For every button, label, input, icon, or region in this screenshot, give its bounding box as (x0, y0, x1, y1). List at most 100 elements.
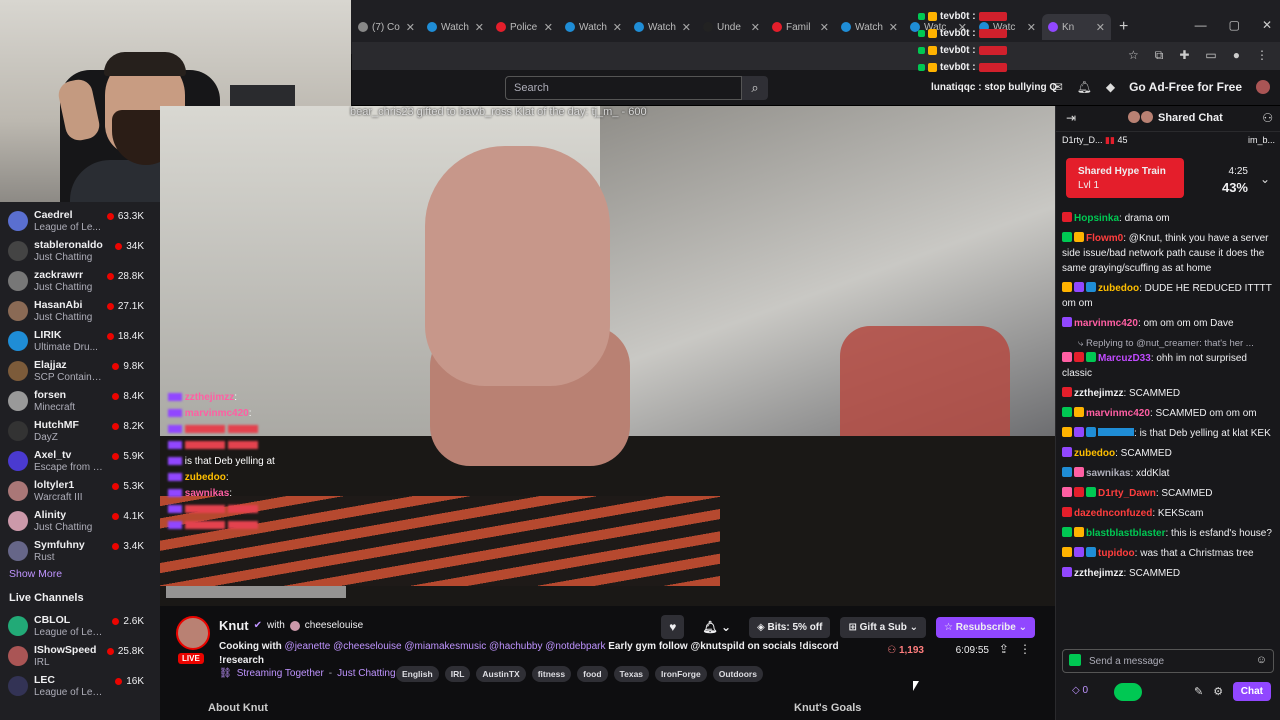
chat-username[interactable]: zzthejimzz (1074, 388, 1123, 399)
chat-input[interactable]: Send a message ☺ (1062, 649, 1274, 673)
chat-message[interactable]: dazednconfuzed: KEKScam (1062, 506, 1272, 521)
stream-tag[interactable]: IronForge (655, 666, 707, 682)
search-button[interactable]: ⌕ (742, 76, 768, 100)
browser-tab[interactable]: Watch ✕ (421, 14, 490, 40)
chat-message[interactable]: zzthejimzz: SCAMMED (1062, 566, 1272, 581)
chat-message[interactable]: Hopsinka: drama om (1062, 211, 1272, 226)
sidebar-channel-lec[interactable]: LEC League of Lege... 16K (0, 672, 160, 702)
chat-message[interactable]: zubedoo: SCAMMED (1062, 446, 1272, 461)
close-tab-icon[interactable]: ✕ (751, 21, 760, 34)
minimize-icon[interactable]: — (1195, 18, 1207, 32)
maximize-icon[interactable]: ▢ (1229, 18, 1240, 32)
browser-tab[interactable]: Famil ✕ (766, 14, 835, 40)
browser-tab[interactable]: Watch ✕ (559, 14, 628, 40)
share-and-more[interactable]: ⇪ ⋮ (999, 642, 1031, 656)
sidebar-channel-caedrel[interactable]: Caedrel League of Le... 63.3K (0, 207, 160, 237)
chat-username[interactable]: marvinmc420 (1074, 318, 1138, 329)
sidebar-channel-zackrawrr[interactable]: zackrawrr Just Chatting 28.8K (0, 267, 160, 297)
gift-sub-button[interactable]: ⊞ Gift a Sub ⌄ (840, 616, 927, 638)
chat-message[interactable]: MarcuzD33: ohh im not surprised classic (1062, 351, 1272, 381)
resubscribe-button[interactable]: ☆ Resubscribe ⌄ (936, 616, 1035, 638)
pen-icon[interactable]: ✎ (1194, 685, 1203, 698)
chat-badge-icon[interactable] (1069, 654, 1081, 666)
puzzle-icon[interactable]: ✚ (1179, 48, 1189, 63)
chat-message[interactable]: Flowm0: @Knut, think you have a server s… (1062, 231, 1272, 276)
extension-icon[interactable]: ⧉ (1155, 48, 1164, 63)
collab-name[interactable]: cheeselouise (305, 620, 363, 631)
chat-message[interactable]: sawnikas: xddKlat (1062, 466, 1272, 481)
settings-icon[interactable]: ⚙ (1213, 685, 1223, 698)
close-tab-icon[interactable]: ✕ (475, 21, 484, 34)
kebab-menu-icon[interactable]: ⋮ (1256, 48, 1268, 63)
share-icon[interactable]: ⇪ (999, 642, 1009, 656)
notification-bell-button[interactable]: 🔔︎ ⌄ (694, 615, 739, 639)
browser-tab[interactable]: Watch ✕ (628, 14, 697, 40)
video-player[interactable]: bear_chris23 gifted to bawb_ross Klat of… (160, 106, 1055, 606)
go-ad-free-button[interactable]: Go Ad-Free for Free (1129, 80, 1242, 94)
hype-train-banner[interactable]: Shared Hype Train Lvl 1 4:25 43% ⌄ (1066, 158, 1276, 200)
sidebar-channel-axel_tv[interactable]: Axel_tv Escape from T... 5.9K (0, 447, 160, 477)
emote-icon[interactable]: ☺ (1256, 654, 1267, 666)
chat-username[interactable]: tupidoo (1098, 548, 1135, 559)
search-input[interactable]: Search (505, 76, 742, 100)
chat-username[interactable]: D1rty_Dawn (1098, 488, 1156, 499)
chat-username[interactable]: blastblastblaster (1086, 528, 1165, 539)
chat-username[interactable]: zzthejimzz (1074, 568, 1123, 579)
bits-button[interactable]: ◈ Bits: 5% off (749, 616, 831, 638)
sidebar-channel-cblol[interactable]: CBLOL League of Leg... 2.6K (0, 612, 160, 642)
user-avatar[interactable] (1256, 80, 1270, 94)
chat-users-icon[interactable]: ⚇ (1262, 111, 1273, 125)
profile-icon[interactable]: ● (1233, 48, 1240, 63)
stream-tag[interactable]: food (577, 666, 608, 682)
close-tab-icon[interactable]: ✕ (1096, 21, 1105, 34)
browser-tab[interactable]: Police ✕ (490, 14, 559, 40)
streamer-name[interactable]: Knut (219, 618, 249, 633)
chat-message[interactable]: zzthejimzz: SCAMMED (1062, 386, 1272, 401)
sidebar-icon[interactable]: ▭ (1205, 48, 1216, 63)
follow-heart-button[interactable]: ♥ (661, 615, 685, 639)
show-more-link[interactable]: Show More (9, 568, 62, 580)
chat-message[interactable]: marvinmc420: SCAMMED om om om (1062, 406, 1272, 421)
chat-message[interactable]: tupidoo: was that a Christmas tree (1062, 546, 1272, 561)
new-tab-button[interactable]: + (1119, 14, 1128, 40)
streamer-avatar[interactable] (176, 616, 210, 650)
sidebar-channel-stableronaldo[interactable]: stableronaldo Just Chatting 34K (0, 237, 160, 267)
chat-leaderboard[interactable]: D1rty_D... ▮▮ 45 im_b... (1056, 133, 1280, 151)
title-mentions[interactable]: @jeanette @cheeselouise @miamakesmusic @… (285, 641, 606, 652)
close-tab-icon[interactable]: ✕ (406, 21, 415, 34)
sidebar-channel-lirik[interactable]: LIRIK Ultimate Dru... 18.4K (0, 327, 160, 357)
sidebar-channel-loltyler1[interactable]: loltyler1 Warcraft III 5.3K (0, 477, 160, 507)
chat-username[interactable]: zubedoo (1074, 448, 1115, 459)
chat-username[interactable]: dazednconfuzed (1074, 508, 1152, 519)
close-tab-icon[interactable]: ✕ (889, 21, 898, 34)
chat-send-button[interactable]: Chat (1232, 682, 1271, 701)
sidebar-channel-forsen[interactable]: forsen Minecraft 8.4K (0, 387, 160, 417)
close-tab-icon[interactable]: ✕ (613, 21, 622, 34)
chat-username[interactable]: Flowm0 (1086, 233, 1123, 244)
sidebar-channel-alinity[interactable]: Alinity Just Chatting 4.1K (0, 507, 160, 537)
browser-tab[interactable]: (7) Co ✕ (352, 14, 421, 40)
chat-username[interactable]: marvinmc420 (1086, 408, 1150, 419)
channel-points[interactable]: ◇ 0 (1072, 685, 1088, 696)
sidebar-channel-hutchmf[interactable]: HutchMF DayZ 8.2K (0, 417, 160, 447)
stream-tag[interactable]: English (396, 666, 439, 682)
chat-message[interactable]: marvinmc420: om om om om Dave (1062, 316, 1272, 331)
crown-icon[interactable]: ◆ (1106, 80, 1115, 94)
stream-tag[interactable]: Outdoors (712, 666, 763, 682)
notifications-icon[interactable]: 🔔︎ (1077, 80, 1092, 94)
chat-message[interactable]: ⤷ Replying to @nut_creamer: that's her .… (1078, 336, 1272, 351)
browser-tab[interactable]: Watch ✕ (835, 14, 904, 40)
chat-message[interactable]: blastblastblaster: this is esfand's hous… (1062, 526, 1272, 541)
stream-tag[interactable]: Texas (613, 666, 650, 682)
bookmark-star-icon[interactable]: ☆ (1128, 48, 1139, 63)
stream-tag[interactable]: IRL (444, 666, 471, 682)
chat-message[interactable]: : is that Deb yelling at klat KEK (1062, 426, 1272, 441)
chat-message[interactable]: zubedoo: DUDE HE REDUCED ITTTT om om (1062, 281, 1272, 311)
close-tab-icon[interactable]: ✕ (820, 21, 829, 34)
sidebar-channel-symfuhny[interactable]: Symfuhny Rust 3.4K (0, 537, 160, 567)
close-tab-icon[interactable]: ✕ (544, 21, 553, 34)
close-tab-icon[interactable]: ✕ (682, 21, 691, 34)
sidebar-channel-ishowspeed[interactable]: IShowSpeed IRL 25.8K (0, 642, 160, 672)
close-window-icon[interactable]: ✕ (1262, 18, 1272, 32)
more-options-icon[interactable]: ⋮ (1019, 642, 1031, 656)
